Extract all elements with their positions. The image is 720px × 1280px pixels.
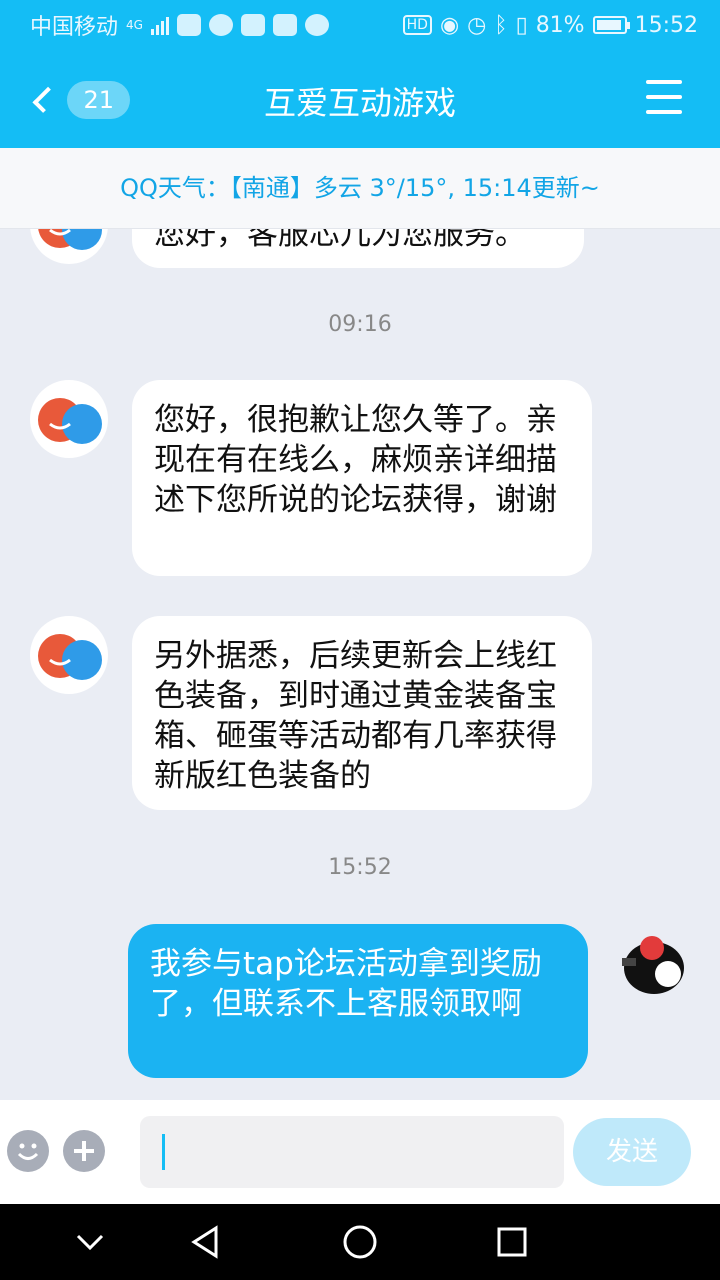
my-avatar[interactable] [612, 924, 690, 1002]
plus-button[interactable] [63, 1130, 105, 1172]
battery-icon [592, 16, 630, 34]
video-notification-icon [240, 14, 265, 36]
chat-title: 互爱互动游戏 [263, 84, 456, 122]
system-nav-bar [0, 1204, 720, 1280]
weather-banner[interactable]: QQ天气：【南通】多云 3°/15°, 15:14更新~ [0, 148, 720, 229]
service-avatar-icon [38, 398, 102, 444]
message-text: 另外据悉，后续更新会上线红色装备，到时通过黄金装备宝箱、砸蛋等活动都有几率获得新… [154, 638, 557, 794]
timestamp: 15:52 [328, 855, 392, 880]
message-bubble[interactable]: 您好，很抱歉让您久等了。亲现在有在线么，麻烦亲详细描述下您所说的论坛获得，谢谢 [132, 380, 592, 576]
input-bar: 发送 [0, 1100, 720, 1204]
chat-area[interactable]: 您好，客服芯儿为您服务。 09:16 您好，很抱歉让您久等了。亲现在有在线么，麻… [0, 148, 720, 1100]
message-input[interactable] [140, 1116, 564, 1188]
battery-percent: 81% [535, 12, 585, 38]
vibrate-icon: ▯ [515, 12, 528, 38]
carrier-label: 中国移动 [30, 15, 119, 40]
message-text: 您好，很抱歉让您久等了。亲现在有在线么，麻烦亲详细描述下您所说的论坛获得，谢谢 [154, 402, 557, 518]
signal-icon [150, 15, 169, 35]
message-notification-icon [304, 14, 329, 36]
bluetooth-icon: ᛒ [494, 12, 508, 38]
hd-icon: HD [402, 15, 432, 35]
emoji-button[interactable] [7, 1130, 49, 1172]
back-triangle-icon[interactable] [186, 1222, 226, 1262]
clock: 15:52 [634, 12, 698, 38]
text-cursor [162, 1134, 165, 1170]
menu-icon [646, 80, 682, 84]
home-circle-icon[interactable] [340, 1222, 380, 1262]
status-bar: 中国移动 4G HD ◉ ◷ ᛒ ▯ 81% 15:52 [0, 0, 720, 50]
network-label: 4G [126, 18, 143, 32]
message-text: 我参与tap论坛活动拿到奖励了，但联系不上客服领取啊 [150, 946, 542, 1022]
my-message-bubble[interactable]: 我参与tap论坛活动拿到奖励了，但联系不上客服领取啊 [128, 924, 588, 1078]
service-avatar[interactable] [30, 616, 108, 694]
bird-avatar-icon [622, 936, 684, 994]
chevron-down-icon[interactable] [70, 1222, 110, 1262]
app-notification-icon [176, 14, 201, 36]
send-button[interactable]: 发送 [573, 1118, 691, 1186]
train-notification-icon [272, 14, 297, 36]
message-bubble[interactable]: 另外据悉，后续更新会上线红色装备，到时通过黄金装备宝箱、砸蛋等活动都有几率获得新… [132, 616, 592, 810]
service-avatar[interactable] [30, 380, 108, 458]
recents-square-icon[interactable] [492, 1222, 532, 1262]
timestamp: 09:16 [328, 312, 392, 337]
parking-notification-icon [208, 14, 233, 36]
smiley-icon [17, 1143, 39, 1160]
service-avatar-icon [38, 634, 102, 680]
menu-button[interactable] [646, 80, 682, 114]
eye-icon: ◉ [439, 12, 460, 38]
chat-header: 21 互爱互动游戏 [0, 50, 720, 148]
alarm-icon: ◷ [467, 12, 487, 38]
